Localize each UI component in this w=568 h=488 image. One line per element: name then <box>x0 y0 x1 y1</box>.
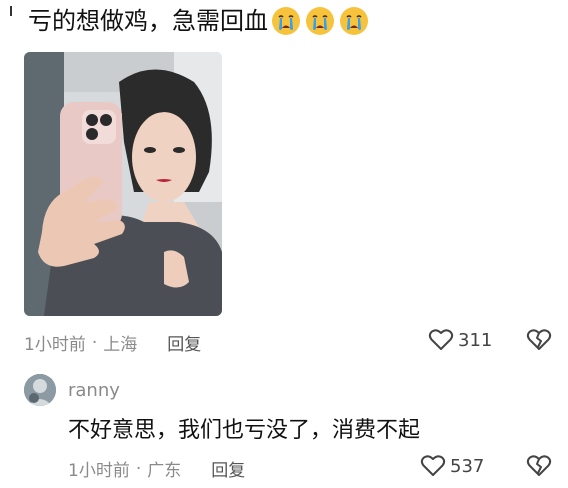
comment-like-count: 311 <box>458 329 493 351</box>
emoji-group <box>270 5 370 37</box>
separator-dot: · <box>135 458 142 479</box>
mirror-selfie-image <box>24 52 222 316</box>
comment-location: 上海 <box>103 335 138 355</box>
avatar-image <box>24 374 56 406</box>
reply-text: 不好意思，我们也亏没了，消费不起 <box>68 418 421 443</box>
comment-like-button[interactable]: 311 <box>428 328 492 352</box>
reply-like-button[interactable]: 537 <box>420 454 484 478</box>
reply-meta: 1小时前 · 广东 回复 <box>68 456 245 482</box>
avatar[interactable] <box>24 374 56 406</box>
reply-button[interactable]: 回复 <box>167 330 201 355</box>
comment-time: 1小时前 <box>24 335 86 355</box>
quote-mark <box>10 6 12 16</box>
crying-face-icon <box>306 7 334 35</box>
separator-dot: · <box>91 332 98 353</box>
comment-body: 亏的想做鸡，急需回血 <box>28 7 268 35</box>
comment-photo[interactable] <box>24 52 222 316</box>
comment-text: 亏的想做鸡，急需回血 <box>28 4 370 38</box>
reply-username[interactable]: ranny <box>68 380 120 401</box>
reply-location: 广东 <box>147 461 182 481</box>
broken-heart-icon[interactable] <box>526 328 552 352</box>
reply-time: 1小时前 <box>68 461 130 481</box>
crying-face-icon <box>272 7 300 35</box>
crying-face-icon <box>340 7 368 35</box>
comment-meta: 1小时前 · 上海 回复 <box>24 330 201 356</box>
reply-reply-button[interactable]: 回复 <box>211 456 245 481</box>
broken-heart-icon[interactable] <box>526 454 552 478</box>
reply-like-count: 537 <box>450 455 485 477</box>
heart-outline-icon <box>420 455 446 476</box>
heart-outline-icon <box>428 329 454 350</box>
